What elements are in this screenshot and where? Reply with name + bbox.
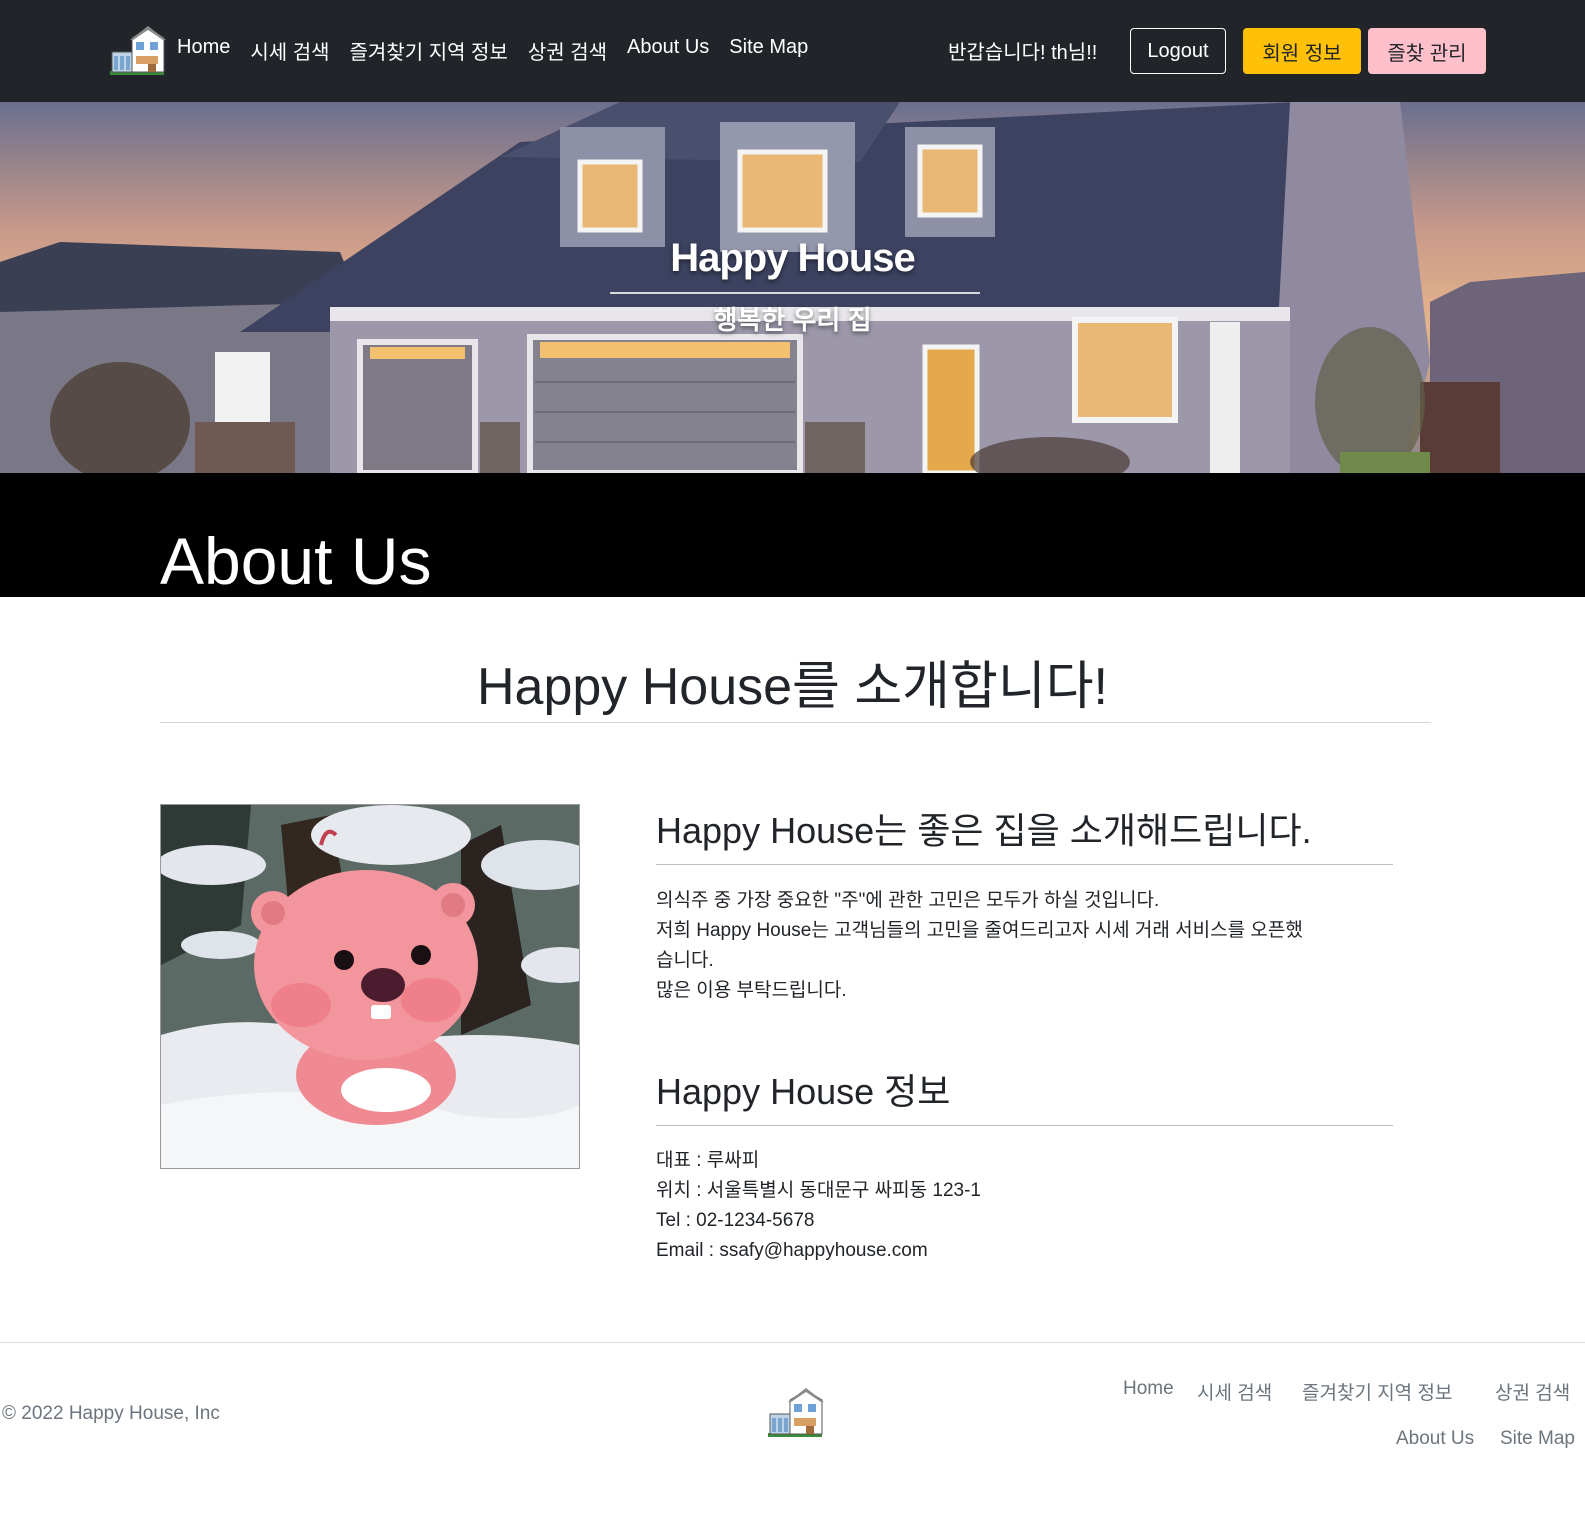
about-text: 의식주 중 가장 중요한 "주"에 관한 고민은 모두가 하실 것입니다. 저희… [656,886,1393,1006]
nav-commercial-search[interactable]: 상권 검색 [528,36,607,65]
footer-link-favorite-areas[interactable]: 즐겨찾기 지역 정보 [1302,1378,1452,1405]
hero-title: Happy House [670,236,916,280]
nav-about-us[interactable]: About Us [627,36,709,65]
info-location: 위치 : 서울특별시 동대문구 싸피동 123-1 [656,1180,981,1201]
character-photo [160,804,580,1169]
footer-link-commercial-search[interactable]: 상권 검색 [1495,1378,1570,1405]
member-info-button[interactable]: 회원 정보 [1243,28,1361,74]
house-photo-background [0,102,1585,473]
top-navbar: Home 시세 검색 즐겨찾기 지역 정보 상권 검색 About Us Sit… [0,0,1585,102]
pink-beaver-character-image [161,805,579,1168]
intro-heading: Happy House를 소개합니다! [476,658,1108,716]
nav-site-map[interactable]: Site Map [729,36,808,65]
footer-link-about-us[interactable]: About Us [1396,1428,1474,1450]
user-greeting: 반갑습니다! th님!! [948,42,1098,64]
hero-subtitle: 행복한 우리 집 [713,305,872,335]
house-logo-icon[interactable] [766,1386,824,1438]
house-logo-icon[interactable] [108,24,166,76]
logout-button[interactable]: Logout [1130,28,1226,74]
nav-home[interactable]: Home [177,36,230,65]
footer-copyright: © 2022 Happy House, Inc [2,1403,220,1424]
footer-link-price-search[interactable]: 시세 검색 [1197,1378,1272,1405]
nav-price-search[interactable]: 시세 검색 [250,36,329,65]
nav-favorite-areas[interactable]: 즐겨찾기 지역 정보 [350,36,508,65]
about-line: 의식주 중 가장 중요한 "주"에 관한 고민은 모두가 하실 것입니다. [656,890,1160,911]
page-title: About Us [160,524,432,598]
hero-banner: Happy House 행복한 우리 집 [0,102,1585,473]
info-email: Email : ssafy@happyhouse.com [656,1240,928,1261]
info-tel: Tel : 02-1234-5678 [656,1210,815,1231]
intro-divider [160,722,1431,723]
page-title-band: About Us [0,473,1585,597]
info-text: 대표 : 루싸피 위치 : 서울특별시 동대문구 싸피동 123-1 Tel :… [656,1146,1393,1266]
main-nav: Home 시세 검색 즐겨찾기 지역 정보 상권 검색 About Us Sit… [177,36,828,65]
about-line: 습니다. [656,950,714,971]
footer-link-home[interactable]: Home [1123,1378,1174,1400]
info-divider [656,1125,1393,1126]
info-heading: Happy House 정보 [656,1071,951,1112]
about-line: 많은 이용 부탁드립니다. [656,980,847,1001]
info-representative: 대표 : 루싸피 [656,1150,760,1171]
about-line: 저희 Happy House는 고객님들의 고민을 줄여드리고자 시세 거래 서… [656,920,1303,941]
about-divider [656,864,1393,865]
hero-divider [610,292,980,294]
footer-link-site-map[interactable]: Site Map [1500,1428,1575,1450]
footer-divider [0,1342,1585,1343]
about-heading: Happy House는 좋은 집을 소개해드립니다. [656,810,1312,851]
favorites-manage-button[interactable]: 즐찾 관리 [1368,28,1486,74]
